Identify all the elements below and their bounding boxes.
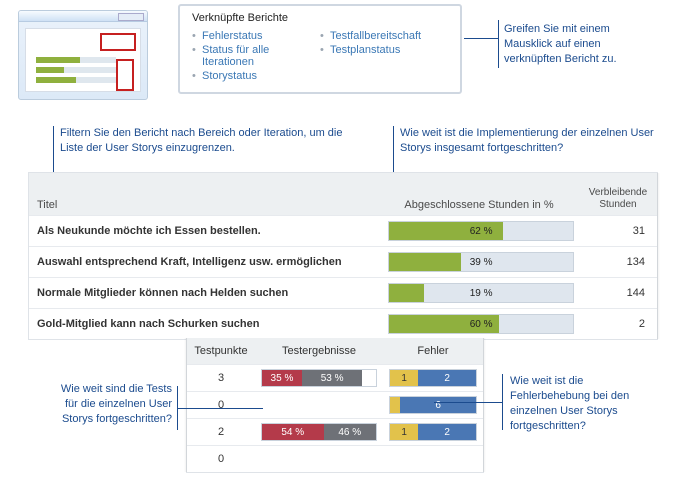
- linked-reports-left: Fehlerstatus Status für alle Iterationen…: [192, 28, 320, 84]
- progress-bar: 19 %: [388, 283, 574, 303]
- report-window-thumbnail: [18, 10, 148, 100]
- callout-bugs: Wie weit ist die Fehlerbehebung bei den …: [510, 374, 656, 433]
- col-bugs: Fehler: [383, 345, 483, 357]
- mini-bars: [36, 57, 116, 87]
- bugs-cell: 12: [383, 369, 483, 387]
- bugs-cell: 6: [383, 396, 483, 414]
- linked-report-link[interactable]: Testfallbereitschaft: [320, 30, 448, 42]
- story-title: Gold-Mitglied kann nach Schurken suchen: [29, 318, 382, 330]
- test-points: 0: [187, 453, 255, 465]
- story-remaining: 31: [580, 225, 657, 237]
- story-title: Als Neukunde möchte ich Essen bestellen.: [29, 225, 382, 237]
- col-title: Titel: [29, 195, 379, 215]
- story-title: Auswahl entsprechend Kraft, Intelligenz …: [29, 256, 382, 268]
- lead-line: [498, 20, 499, 68]
- test-result-bar: 54 %46 %: [261, 423, 377, 441]
- bug-seg: 6: [400, 397, 476, 413]
- linked-report-link[interactable]: Testplanstatus: [320, 44, 448, 56]
- highlight-links-icon: [100, 33, 136, 51]
- test-points: 0: [187, 399, 255, 411]
- story-pct-cell: 19 %: [382, 283, 580, 303]
- highlight-table-icon: [116, 59, 134, 91]
- test-table: Testpunkte Testergebnisse Fehler 3 35 %53…: [186, 338, 484, 473]
- progress-bar: 39 %: [388, 252, 574, 272]
- test-result-seg: 46 %: [324, 424, 376, 440]
- callout-progress: Wie weit ist die Implementierung der ein…: [400, 126, 660, 156]
- callout-filter: Filtern Sie den Bericht nach Bereich ode…: [60, 126, 360, 156]
- bug-seg: 1: [390, 424, 418, 440]
- test-results-cell: 35 %53 %: [255, 369, 383, 387]
- progress-label: 62 %: [389, 222, 573, 240]
- test-points: 2: [187, 426, 255, 438]
- progress-bar: 62 %: [388, 221, 574, 241]
- progress-label: 19 %: [389, 284, 573, 302]
- bug-bar: 6: [389, 396, 477, 414]
- lead-line: [502, 374, 503, 430]
- progress-label: 39 %: [389, 253, 573, 271]
- col-pct: Abgeschlossene Stunden in %: [379, 195, 579, 215]
- col-testresults: Testergebnisse: [255, 345, 383, 357]
- story-row: Gold-Mitglied kann nach Schurken suchen 6…: [29, 308, 657, 339]
- test-result-seg: 35 %: [262, 370, 302, 386]
- linked-report-link[interactable]: Storystatus: [192, 70, 320, 82]
- story-row: Normale Mitglieder können nach Helden su…: [29, 277, 657, 308]
- linked-report-link[interactable]: Fehlerstatus: [192, 30, 320, 42]
- linked-reports-right: Testfallbereitschaft Testplanstatus: [320, 28, 448, 84]
- linked-reports-box: Verknüpfte Berichte Fehlerstatus Status …: [178, 4, 462, 94]
- test-row: 0: [187, 445, 483, 472]
- col-testpoints: Testpunkte: [187, 345, 255, 357]
- bug-seg: [390, 397, 400, 413]
- window-controls-icon: [118, 13, 144, 21]
- story-remaining: 134: [580, 256, 657, 268]
- lead-line: [464, 38, 498, 39]
- callout-access: Greifen Sie mit einem Mausklick auf eine…: [504, 22, 654, 67]
- bug-seg: 1: [390, 370, 418, 386]
- story-pct-cell: 60 %: [382, 314, 580, 334]
- bug-seg: 2: [418, 424, 476, 440]
- test-result-bar: 35 %53 %: [261, 369, 377, 387]
- story-remaining: 2: [580, 318, 657, 330]
- story-pct-cell: 62 %: [382, 221, 580, 241]
- test-row: 254 %46 %12: [187, 418, 483, 445]
- story-title: Normale Mitglieder können nach Helden su…: [29, 287, 382, 299]
- test-results-cell: 54 %46 %: [255, 423, 383, 441]
- bug-seg: 2: [418, 370, 476, 386]
- story-row: Als Neukunde möchte ich Essen bestellen.…: [29, 215, 657, 246]
- test-table-header: Testpunkte Testergebnisse Fehler: [187, 338, 483, 364]
- story-row: Auswahl entsprechend Kraft, Intelligenz …: [29, 246, 657, 277]
- test-result-seg: 53 %: [302, 370, 362, 386]
- bug-bar: 12: [389, 369, 477, 387]
- linked-report-link[interactable]: Status für alle Iterationen: [192, 44, 320, 68]
- story-pct-cell: 39 %: [382, 252, 580, 272]
- progress-label: 60 %: [389, 315, 573, 333]
- test-row: 06: [187, 391, 483, 418]
- story-table: Titel Abgeschlossene Stunden in % Verble…: [28, 172, 658, 340]
- col-remaining: Verbleibende Stunden: [579, 183, 657, 215]
- bug-bar: 12: [389, 423, 477, 441]
- window-titlebar: [19, 11, 147, 22]
- callout-tests: Wie weit sind die Tests für die einzelne…: [54, 382, 172, 427]
- test-points: 3: [187, 372, 255, 384]
- story-remaining: 144: [580, 287, 657, 299]
- test-result-seg: 54 %: [262, 424, 324, 440]
- test-row: 3 35 %53 % 12: [187, 364, 483, 391]
- linked-reports-title: Verknüpfte Berichte: [192, 12, 448, 24]
- lead-line: [177, 408, 263, 409]
- lead-line: [434, 402, 502, 403]
- bugs-cell: 12: [383, 423, 483, 441]
- progress-bar: 60 %: [388, 314, 574, 334]
- window-body: [25, 28, 141, 92]
- story-table-header: Titel Abgeschlossene Stunden in % Verble…: [29, 173, 657, 215]
